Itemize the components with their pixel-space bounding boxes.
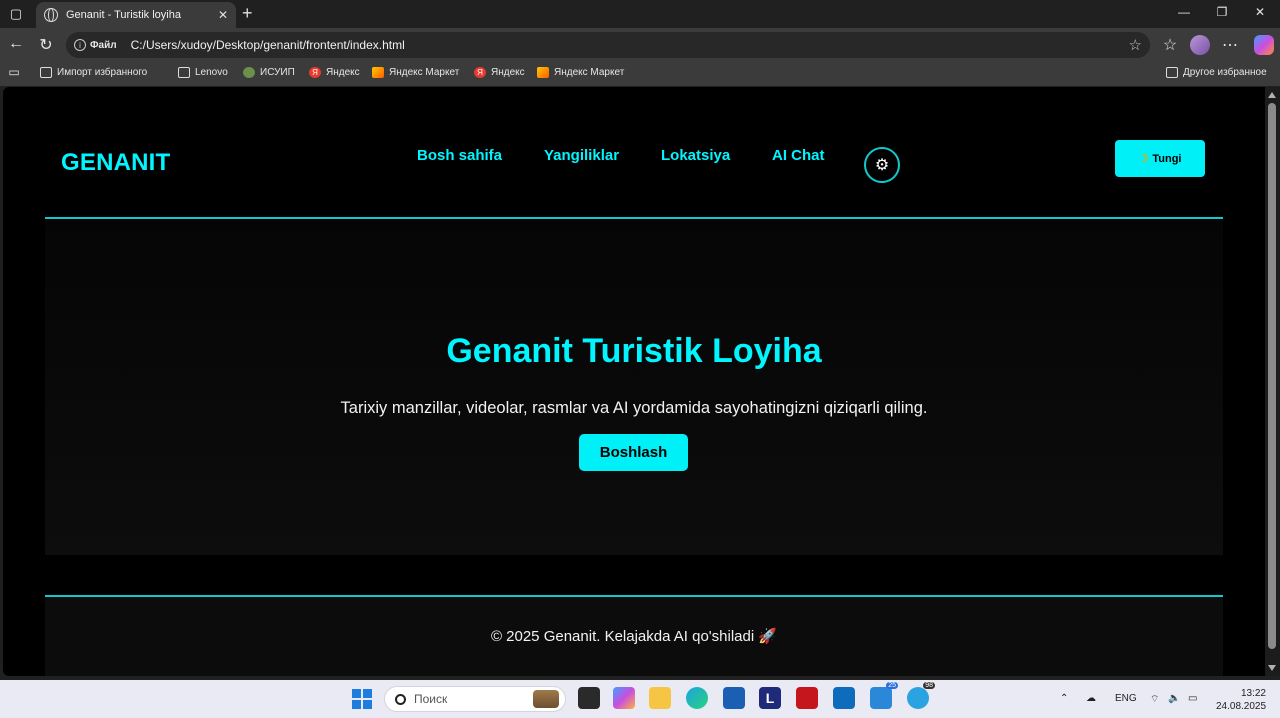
refresh-icon[interactable]: ↻ bbox=[36, 35, 56, 55]
chevron-up-icon[interactable]: ⌃ bbox=[1060, 693, 1068, 704]
new-tab-button[interactable]: + bbox=[242, 3, 253, 24]
bookmark-label: Импорт избранного bbox=[57, 67, 148, 78]
bookmark-label: ИСУИП bbox=[260, 67, 295, 78]
search-highlight-image bbox=[533, 690, 559, 708]
scroll-thumb[interactable] bbox=[1268, 103, 1276, 649]
reading-list-icon[interactable]: ▭ bbox=[4, 65, 24, 79]
yandex-icon: Я bbox=[474, 67, 486, 78]
browser-tab[interactable]: Genanit - Turistik loyiha ✕ bbox=[36, 2, 236, 28]
bookmark-yandex-2[interactable]: Я Яндекс bbox=[474, 67, 525, 78]
taskbar: Поиск L 25 98 ⌃ ☁ ENG ⌔ 🔈 ▭ 13:22 24.08.… bbox=[0, 680, 1280, 718]
page-scrollbar[interactable] bbox=[1265, 87, 1280, 676]
site-footer: © 2025 Genanit. Kelajakda AI qo'shiladi … bbox=[45, 595, 1223, 676]
bookmark-label: Яндекс bbox=[326, 67, 360, 78]
scroll-down-arrow[interactable] bbox=[1268, 665, 1276, 671]
scroll-up-arrow[interactable] bbox=[1268, 92, 1276, 98]
bookmark-import[interactable]: Импорт избранного bbox=[40, 67, 147, 78]
address-scheme: Файл bbox=[90, 39, 117, 51]
site-logo[interactable]: GENANIT bbox=[61, 149, 170, 177]
theme-toggle-label: Tungi bbox=[1152, 152, 1182, 165]
mcafee-icon[interactable] bbox=[796, 687, 818, 709]
maximize-button[interactable]: ❐ bbox=[1208, 5, 1236, 19]
site-header: GENANIT Bosh sahifa Yangiliklar Lokatsiy… bbox=[45, 87, 1223, 219]
nav-link-ai-chat[interactable]: AI Chat bbox=[772, 147, 825, 164]
minimize-button[interactable]: — bbox=[1170, 5, 1198, 19]
bookmark-market[interactable]: Яндекс Маркет bbox=[372, 67, 459, 78]
folder-icon bbox=[1166, 67, 1178, 78]
info-icon[interactable]: i bbox=[74, 39, 86, 51]
globe-icon bbox=[44, 8, 58, 22]
close-window-button[interactable]: ✕ bbox=[1246, 5, 1274, 19]
tab-actions-icon[interactable]: ▢ bbox=[6, 4, 26, 24]
favorite-star-icon[interactable]: ☆ bbox=[1129, 36, 1142, 54]
teams-icon[interactable]: 25 bbox=[870, 682, 898, 709]
tab-title: Genanit - Turistik loyiha bbox=[66, 9, 181, 21]
tab-strip: ▢ Genanit - Turistik loyiha ✕ + — ❐ ✕ bbox=[0, 0, 1280, 28]
footer-copyright: © 2025 Genanit. Kelajakda AI qo'shiladi … bbox=[490, 628, 778, 645]
notification-badge: 98 bbox=[923, 682, 935, 689]
telegram-icon[interactable]: 98 bbox=[907, 682, 935, 709]
bookmark-lenovo[interactable]: Lenovo bbox=[178, 67, 228, 78]
bookmark-market-2[interactable]: Яндекс Маркет bbox=[537, 67, 624, 78]
nav-link-location[interactable]: Lokatsiya bbox=[661, 147, 730, 164]
theme-toggle-button[interactable]: ☽ Tungi bbox=[1115, 140, 1205, 177]
moon-icon: ☽ bbox=[1138, 153, 1149, 165]
bookmark-yandex[interactable]: Я Яндекс bbox=[309, 67, 360, 78]
notification-badge: 25 bbox=[886, 682, 898, 689]
language-indicator[interactable]: ENG bbox=[1115, 693, 1137, 704]
store-icon[interactable] bbox=[723, 687, 745, 709]
browser-toolbar: ← ↻ i Файл C:/Users/xudoy/Desktop/genani… bbox=[0, 28, 1280, 62]
bookmarks-bar: ▭ Импорт избранного Lenovo ИСУИП Я Яндекс… bbox=[0, 62, 1280, 86]
volume-icon[interactable]: 🔈 bbox=[1168, 693, 1180, 704]
hero-title: Genanit Turistik Loyiha bbox=[446, 332, 822, 370]
back-icon[interactable]: ← bbox=[6, 35, 26, 53]
hero-section: Genanit Turistik Loyiha Tarixiy manzilla… bbox=[45, 220, 1223, 555]
outlook-icon[interactable] bbox=[833, 687, 855, 709]
profile-avatar[interactable] bbox=[1190, 35, 1210, 55]
favorites-icon[interactable]: ☆ bbox=[1160, 35, 1180, 55]
search-icon bbox=[395, 693, 406, 705]
copilot-icon[interactable] bbox=[1254, 35, 1274, 55]
bookmark-label: Яндекс bbox=[491, 67, 525, 78]
clock-time: 13:22 bbox=[1240, 688, 1266, 699]
wifi-icon[interactable]: ⌔ bbox=[1150, 693, 1159, 706]
system-clock[interactable]: 13:22 24.08.2025 bbox=[1216, 687, 1266, 713]
settings-gear-button[interactable]: ⚙ bbox=[864, 147, 900, 183]
bookmark-label: Другое избранное bbox=[1183, 67, 1267, 78]
market-icon bbox=[372, 67, 384, 78]
nav-link-news[interactable]: Yangiliklar bbox=[544, 147, 619, 164]
bookmark-other[interactable]: Другое избранное bbox=[1166, 67, 1267, 78]
taskbar-search[interactable]: Поиск bbox=[384, 686, 566, 712]
bookmark-label: Яндекс Маркет bbox=[389, 67, 460, 78]
hero-text: Tarixiy manzillar, videolar, rasmlar va … bbox=[340, 399, 928, 417]
gear-icon: ⚙ bbox=[874, 157, 890, 174]
task-view-icon[interactable] bbox=[578, 687, 600, 709]
edge-browser-icon[interactable] bbox=[686, 687, 708, 709]
isuip-icon bbox=[243, 67, 255, 78]
folder-icon bbox=[178, 67, 190, 78]
market-icon bbox=[537, 67, 549, 78]
clock-date: 24.08.2025 bbox=[1216, 701, 1267, 712]
start-button[interactable]: Boshlash bbox=[579, 434, 688, 471]
file-explorer-icon[interactable] bbox=[649, 687, 671, 709]
bookmark-isuip[interactable]: ИСУИП bbox=[243, 67, 295, 78]
yandex-icon: Я bbox=[309, 67, 321, 78]
more-menu-icon[interactable]: ⋯ bbox=[1220, 35, 1240, 55]
import-icon bbox=[40, 67, 52, 78]
bookmark-label: Lenovo bbox=[195, 67, 228, 78]
bookmark-label: Яндекс Маркет bbox=[554, 67, 625, 78]
lenovo-app-icon[interactable]: L bbox=[759, 687, 781, 709]
close-tab-icon[interactable]: ✕ bbox=[218, 8, 228, 22]
battery-icon[interactable]: ▭ bbox=[1188, 693, 1197, 704]
start-menu-icon[interactable] bbox=[352, 689, 372, 709]
nav-link-home[interactable]: Bosh sahifa bbox=[417, 147, 502, 164]
cloud-icon[interactable]: ☁ bbox=[1086, 693, 1096, 704]
copilot-app-icon[interactable] bbox=[613, 687, 635, 709]
search-placeholder: Поиск bbox=[414, 692, 448, 706]
address-url[interactable]: C:/Users/xudoy/Desktop/genanit/frontent/… bbox=[131, 38, 405, 52]
address-bar[interactable]: i Файл C:/Users/xudoy/Desktop/genanit/fr… bbox=[66, 32, 1150, 58]
page-viewport: GENANIT Bosh sahifa Yangiliklar Lokatsiy… bbox=[3, 87, 1265, 676]
